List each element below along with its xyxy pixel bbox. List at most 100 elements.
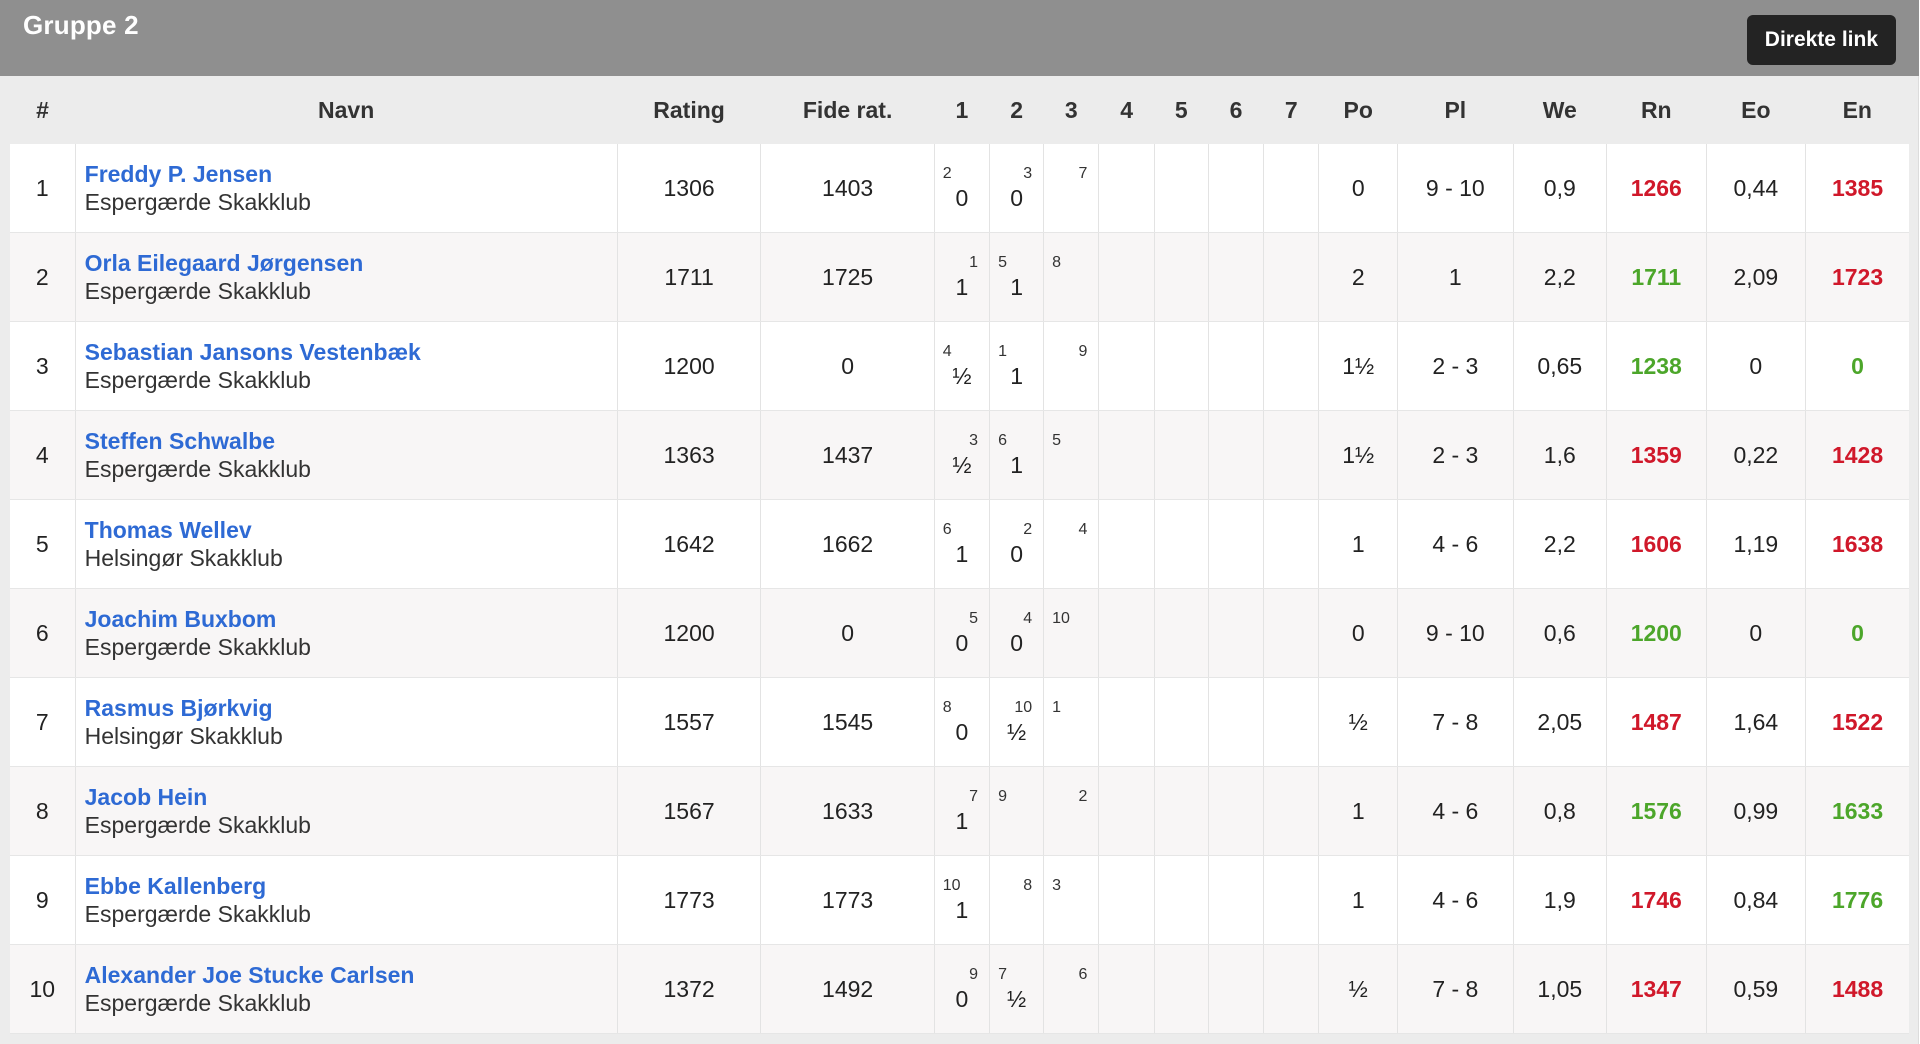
player-name-link[interactable]: Sebastian Jansons Vestenbæk — [85, 338, 617, 366]
round-cell — [1263, 766, 1320, 856]
round-opponent: 1 — [998, 343, 1007, 360]
round-cell: 3½ — [934, 410, 991, 500]
eo-cell: 0 — [1706, 588, 1807, 678]
we-cell: 2,2 — [1513, 232, 1608, 322]
round-result: 0 — [1010, 185, 1023, 211]
round-cell: 11 — [989, 321, 1045, 411]
we-cell: 2,2 — [1513, 499, 1608, 589]
table-header-row: # Navn Rating Fide rat. 1 2 3 4 5 6 7 Po Pl We Rn Eo En — [10, 76, 1909, 144]
column-header: 2 — [989, 76, 1044, 144]
round-cell — [1154, 232, 1209, 322]
round-opponent: 1 — [969, 254, 979, 271]
player-club: Helsingør Skakklub — [84, 723, 283, 749]
fide-rating-cell: 1492 — [760, 944, 935, 1034]
player-name-link[interactable]: Rasmus Bjørkvig — [85, 694, 617, 722]
we-cell: 1,6 — [1513, 410, 1608, 500]
player-name-link[interactable]: Thomas Wellev — [85, 516, 617, 544]
table-row: 3 Sebastian Jansons Vestenbæk Espergærde S… — [10, 321, 1909, 411]
round-result: ½ — [952, 363, 972, 389]
points-cell: 1½ — [1318, 321, 1399, 411]
table-row: 1 Freddy P. Jensen Espergærde Skakklub 1306… — [10, 144, 1909, 233]
rn-cell: 1576 — [1606, 766, 1707, 856]
round-opponent: 9 — [969, 966, 979, 983]
en-cell: 1633 — [1805, 766, 1909, 856]
round-cell: 4½ — [934, 321, 991, 411]
rank-cell: 5 — [10, 499, 76, 589]
round-cell — [1208, 144, 1265, 233]
round-cell — [1154, 588, 1209, 678]
round-cell — [1263, 677, 1320, 767]
round-opponent: 5 — [1052, 432, 1062, 449]
column-header: Pl — [1397, 76, 1514, 144]
fide-rating-cell: 1662 — [760, 499, 935, 589]
rating-cell: 1711 — [617, 232, 762, 322]
round-opponent: 2 — [1078, 788, 1088, 805]
player-name-link[interactable]: Ebbe Kallenberg — [85, 872, 617, 900]
round-cell: 10 — [1043, 588, 1100, 678]
points-cell: 0 — [1318, 588, 1399, 678]
points-cell: 2 — [1318, 232, 1399, 322]
round-cell — [1208, 588, 1265, 678]
round-cell — [1208, 410, 1265, 500]
rn-cell: 1238 — [1606, 321, 1707, 411]
player-name-link[interactable]: Joachim Buxbom — [85, 605, 617, 633]
rank-cell: 10 — [10, 944, 76, 1034]
round-result: 0 — [1010, 630, 1023, 656]
round-cell: 4 — [1043, 499, 1100, 589]
eo-cell: 0,59 — [1706, 944, 1807, 1034]
direct-link-button[interactable]: Direkte link — [1746, 15, 1896, 65]
round-opponent: 10 — [1052, 610, 1070, 627]
column-header: Eo — [1706, 76, 1806, 144]
group-header: Gruppe 2 Direkte link — [0, 0, 1919, 76]
column-header: 6 — [1208, 76, 1264, 144]
player-club: Espergærde Skakklub — [84, 367, 311, 393]
en-cell: 1428 — [1805, 410, 1909, 500]
rank-cell: 1 — [10, 144, 76, 233]
round-cell — [1154, 766, 1209, 856]
round-cell — [1098, 499, 1155, 589]
round-cell: 61 — [989, 410, 1045, 500]
round-opponent: 7 — [998, 966, 1007, 983]
rn-cell: 1359 — [1606, 410, 1707, 500]
rank-cell: 3 — [10, 321, 76, 411]
rank-cell: 8 — [10, 766, 76, 856]
we-cell: 1,9 — [1513, 855, 1608, 945]
round-cell — [1208, 766, 1265, 856]
points-cell: 1 — [1318, 766, 1399, 856]
fide-rating-cell: 0 — [760, 588, 935, 678]
round-cell — [1098, 855, 1155, 945]
we-cell: 0,9 — [1513, 144, 1608, 233]
rating-cell: 1200 — [617, 588, 762, 678]
round-cell — [1098, 144, 1155, 233]
rating-cell: 1557 — [617, 677, 762, 767]
rn-cell: 1487 — [1606, 677, 1707, 767]
player-cell: Rasmus Bjørkvig Helsingør Skakklub — [75, 677, 618, 767]
player-name-link[interactable]: Alexander Joe Stucke Carlsen — [85, 961, 617, 989]
round-result: 1 — [955, 541, 969, 567]
round-cell — [1098, 321, 1155, 411]
player-name-link[interactable]: Jacob Hein — [85, 783, 617, 811]
round-cell: 30 — [989, 144, 1045, 233]
round-cell — [1263, 144, 1320, 233]
player-name-link[interactable]: Steffen Schwalbe — [85, 427, 617, 455]
placement-cell: 9 - 10 — [1397, 144, 1514, 233]
rating-cell: 1363 — [617, 410, 762, 500]
round-opponent: 3 — [1023, 165, 1033, 182]
player-cell: Alexander Joe Stucke Carlsen Espergærde S… — [75, 944, 618, 1034]
player-club: Espergærde Skakklub — [84, 812, 311, 838]
placement-cell: 2 - 3 — [1397, 410, 1514, 500]
round-result: 1 — [1010, 363, 1023, 389]
player-name-link[interactable]: Freddy P. Jensen — [85, 160, 617, 188]
table-row: 5 Thomas Wellev Helsingør Skakklub 1642 1662… — [10, 499, 1909, 589]
round-cell — [1208, 232, 1265, 322]
we-cell: 2,05 — [1513, 677, 1608, 767]
round-cell: 7 — [1043, 144, 1100, 233]
player-name-link[interactable]: Orla Eilegaard Jørgensen — [85, 249, 617, 277]
round-cell: 3 — [1043, 855, 1100, 945]
fide-rating-cell: 1725 — [760, 232, 935, 322]
player-cell: Thomas Wellev Helsingør Skakklub — [75, 499, 618, 589]
round-cell — [1263, 855, 1320, 945]
round-opponent: 3 — [1052, 877, 1062, 894]
round-opponent: 9 — [998, 788, 1007, 805]
round-cell: 10 ½ — [989, 677, 1045, 767]
